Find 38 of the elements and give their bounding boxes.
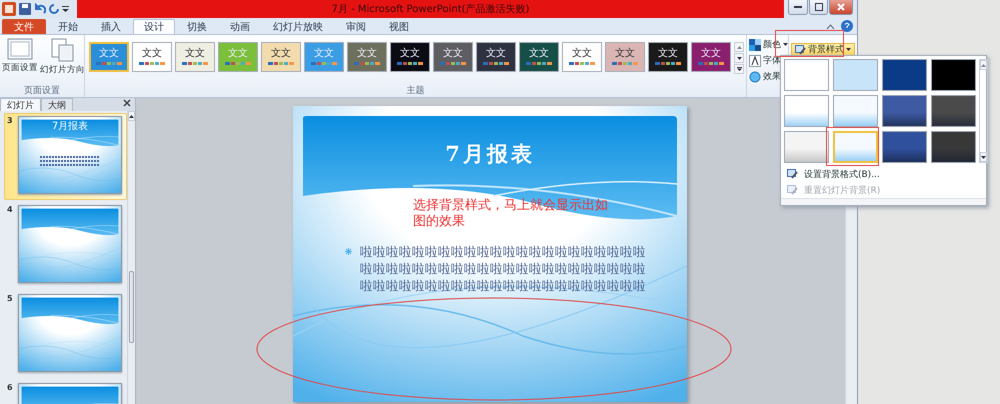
- slide-number: 6: [7, 383, 14, 394]
- theme-thumbnail[interactable]: 文文: [433, 42, 473, 72]
- panel-tab[interactable]: 大纲: [41, 98, 73, 111]
- theme-thumbnail[interactable]: 文文: [261, 42, 301, 72]
- ribbon-tab[interactable]: 开始: [47, 19, 89, 34]
- bullet-text: 啦啦啦啦啦啦啦啦啦啦啦啦啦啦啦啦啦啦啦啦啦啦啦啦啦啦啦啦啦啦啦啦啦啦啦啦啦啦啦啦啦啦啦啦啦啦啦啦啦啦啦啦啦啦啦啦啦啦啦啦啦啦啦啦啦啦: [360, 243, 647, 294]
- slide-title: 7月报表: [445, 140, 535, 168]
- theme-thumbnail[interactable]: 文文: [691, 42, 731, 72]
- theme-thumbnail[interactable]: 文文: [605, 42, 645, 72]
- slide-orientation-button[interactable]: 幻灯片方向: [40, 38, 85, 76]
- ribbon-tab[interactable]: 切换: [176, 19, 218, 34]
- group-label: 页面设置: [24, 85, 60, 97]
- theme-thumbnail[interactable]: 文文: [562, 42, 602, 72]
- ribbon-tab[interactable]: 设计: [133, 19, 175, 34]
- theme-thumbnail[interactable]: 文文: [648, 42, 688, 72]
- slide-number: 5: [7, 294, 14, 305]
- theme-thumbnail[interactable]: 文文: [175, 42, 215, 72]
- slide-number: 4: [7, 205, 14, 216]
- ribbon-tab[interactable]: 视图: [378, 19, 420, 34]
- ribbon-tab[interactable]: 幻灯片放映: [262, 19, 334, 34]
- slide-thumbnail-item[interactable]: 3 7月报表: [4, 113, 127, 200]
- theme-option-button[interactable]: 效果: [749, 70, 788, 83]
- theme-thumbnail[interactable]: 文文: [347, 42, 387, 72]
- theme-thumbnail[interactable]: 文文: [132, 42, 172, 72]
- page-setup-button[interactable]: 页面设置: [2, 38, 38, 74]
- panel-tab[interactable]: 幻灯片: [0, 98, 41, 111]
- ribbon-tab[interactable]: 动画: [219, 19, 261, 34]
- menu-item[interactable]: 设置背景格式(B)...: [781, 166, 986, 182]
- window-title: 7月 - Microsoft PowerPoint(产品激活失败): [332, 2, 530, 16]
- theme-thumbnail[interactable]: 文文: [476, 42, 516, 72]
- group-label: 主题: [406, 85, 424, 97]
- file-tab[interactable]: 文件: [2, 19, 46, 34]
- thumbnail-title: 7月报表: [52, 120, 88, 133]
- ribbon-tab[interactable]: 插入: [90, 19, 132, 34]
- ribbon-tab[interactable]: 审阅: [335, 19, 377, 34]
- theme-thumbnail[interactable]: 文文: [519, 42, 559, 72]
- slide-number: 3: [7, 116, 14, 127]
- theme-thumbnail[interactable]: 文文: [390, 42, 430, 72]
